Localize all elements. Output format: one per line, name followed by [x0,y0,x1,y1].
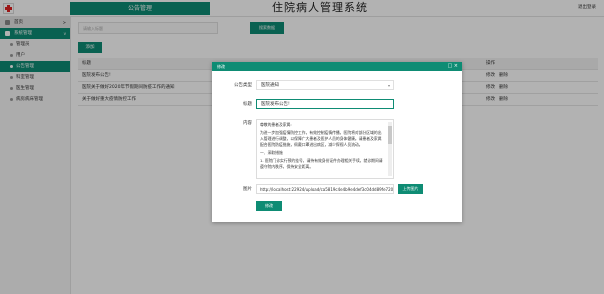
type-select[interactable]: 医院通知 ▾ [256,80,394,90]
edit-modal: 修改 □ × 公告类型 医院通知 ▾ 标题 医院发布公告! 内容 尊敬的患者及家… [212,62,462,222]
type-label: 公告类型 [234,83,252,88]
scrollbar-thumb[interactable] [388,126,392,144]
maximize-icon[interactable]: □ [447,63,452,69]
modal-header: 修改 □ × [212,62,462,71]
editor-scrollbar[interactable] [388,122,392,176]
content-label: 内容 [243,121,252,126]
content-paragraph: 1. 医院门诊实行预约挂号，请持有效身份证件办理相关手续，就诊期间请遵守院内秩序… [260,158,383,169]
content-paragraph: 尊敬的患者及家属: [260,122,292,127]
submit-button[interactable]: 修改 [256,201,282,211]
upload-image-button[interactable]: 上传图片 [398,184,423,194]
image-url-input[interactable]: http://localhost:22924/upload/ca5819c4e4… [256,184,394,194]
image-label: 图片 [243,187,252,192]
chevron-down-icon: ▾ [387,83,390,88]
title-label: 标题 [243,102,252,107]
type-select-value: 医院通知 [261,83,279,88]
content-editor[interactable]: 尊敬的患者及家属: 为进一步加强疫情防控工作，有效控制疫情传播，医院将对部分区域… [256,119,394,179]
content-paragraph: 为进一步加强疫情防控工作，有效控制疫情传播，医院将对部分区域的出入管理进行调整，… [260,130,382,147]
content-paragraph: 一、采取措施 [260,150,283,155]
modal-title: 修改 [217,64,225,69]
title-input[interactable]: 医院发布公告! [256,99,394,109]
close-icon[interactable]: × [454,63,458,69]
